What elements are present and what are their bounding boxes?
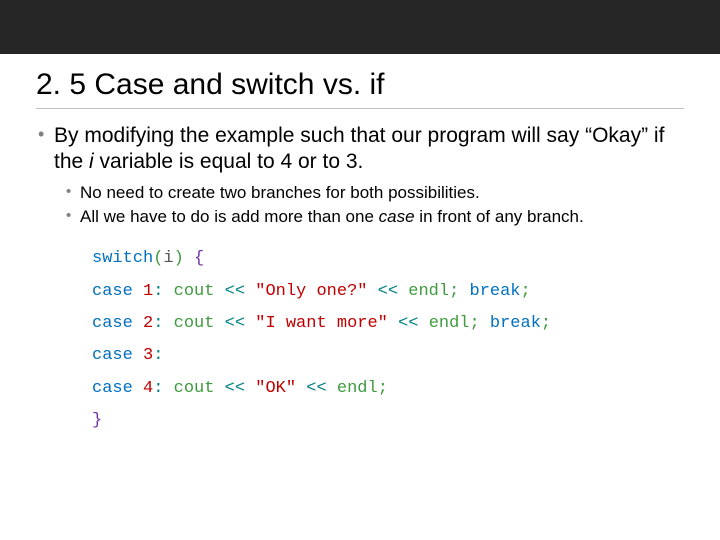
code-token: << [398, 314, 418, 333]
code-token: ; [449, 282, 459, 301]
code-token: break [470, 282, 521, 301]
code-token: "OK" [255, 379, 296, 398]
code-token: ; [378, 379, 388, 398]
sub-bullet-item: All we have to do is add more than one c… [64, 206, 684, 229]
code-line: case 1: cout << "Only one?" << endl; bre… [92, 276, 684, 308]
code-token: ; [470, 314, 480, 333]
code-token: 3 [143, 346, 153, 365]
code-token: case [92, 346, 133, 365]
code-block: switch(i) {case 1: cout << "Only one?" <… [92, 243, 684, 437]
code-token [133, 379, 143, 398]
code-token: endl [337, 379, 378, 398]
code-line: case 4: cout << "OK" << endl; [92, 373, 684, 405]
code-token: << [225, 379, 245, 398]
code-token: break [490, 314, 541, 333]
sub-bullet-text-em: case [379, 207, 415, 226]
code-line: case 3: [92, 340, 684, 372]
code-token: : [153, 379, 163, 398]
bullet-item: By modifying the example such that our p… [36, 123, 684, 176]
code-token: 4 [143, 379, 153, 398]
code-token [163, 314, 173, 333]
code-token [245, 379, 255, 398]
sub-bullet-text-pre: All we have to do is add more than one [80, 207, 379, 226]
code-token [133, 282, 143, 301]
code-token [133, 314, 143, 333]
sub-bullet-list: No need to create two branches for both … [64, 182, 684, 230]
slide-content: 2. 5 Case and switch vs. if By modifying… [0, 68, 720, 437]
code-token [214, 379, 224, 398]
code-token: : [153, 346, 163, 365]
code-token [133, 346, 143, 365]
code-line: switch(i) { [92, 243, 684, 275]
code-token: case [92, 379, 133, 398]
code-token [214, 314, 224, 333]
code-token [398, 282, 408, 301]
code-token: } [92, 411, 102, 430]
code-token: cout [174, 379, 215, 398]
code-token: switch [92, 249, 153, 268]
code-token [418, 314, 428, 333]
code-token: ( [153, 249, 163, 268]
code-token [214, 282, 224, 301]
code-token: endl [408, 282, 449, 301]
code-token [327, 379, 337, 398]
code-token: ; [521, 282, 531, 301]
code-token: cout [174, 314, 215, 333]
code-token [296, 379, 306, 398]
code-token: : [153, 314, 163, 333]
sub-bullet-item: No need to create two branches for both … [64, 182, 684, 205]
code-token [245, 314, 255, 333]
code-token: "Only one?" [255, 282, 367, 301]
code-token: "I want more" [255, 314, 388, 333]
code-token [163, 282, 173, 301]
code-token: ; [541, 314, 551, 333]
code-token [459, 282, 469, 301]
sub-bullet-text-post: in front of any branch. [415, 207, 584, 226]
code-token: { [194, 249, 204, 268]
code-token [388, 314, 398, 333]
code-token: << [225, 282, 245, 301]
code-token: : [153, 282, 163, 301]
code-line: case 2: cout << "I want more" << endl; b… [92, 308, 684, 340]
code-token [245, 282, 255, 301]
code-token: << [306, 379, 326, 398]
code-token [163, 379, 173, 398]
code-token: << [378, 282, 398, 301]
code-token: case [92, 282, 133, 301]
code-token: ) [174, 249, 184, 268]
code-token [184, 249, 194, 268]
code-token: case [92, 314, 133, 333]
bullet-list: By modifying the example such that our p… [36, 123, 684, 176]
slide-top-bar [0, 0, 720, 54]
code-token [480, 314, 490, 333]
bullet-text-post: variable is equal to 4 or to 3. [94, 150, 364, 173]
code-line: } [92, 405, 684, 437]
code-token: << [225, 314, 245, 333]
code-token: 2 [143, 314, 153, 333]
code-token [367, 282, 377, 301]
code-token: endl [429, 314, 470, 333]
code-token: 1 [143, 282, 153, 301]
code-token: cout [174, 282, 215, 301]
slide-title: 2. 5 Case and switch vs. if [36, 68, 684, 109]
code-token: i [163, 249, 173, 268]
